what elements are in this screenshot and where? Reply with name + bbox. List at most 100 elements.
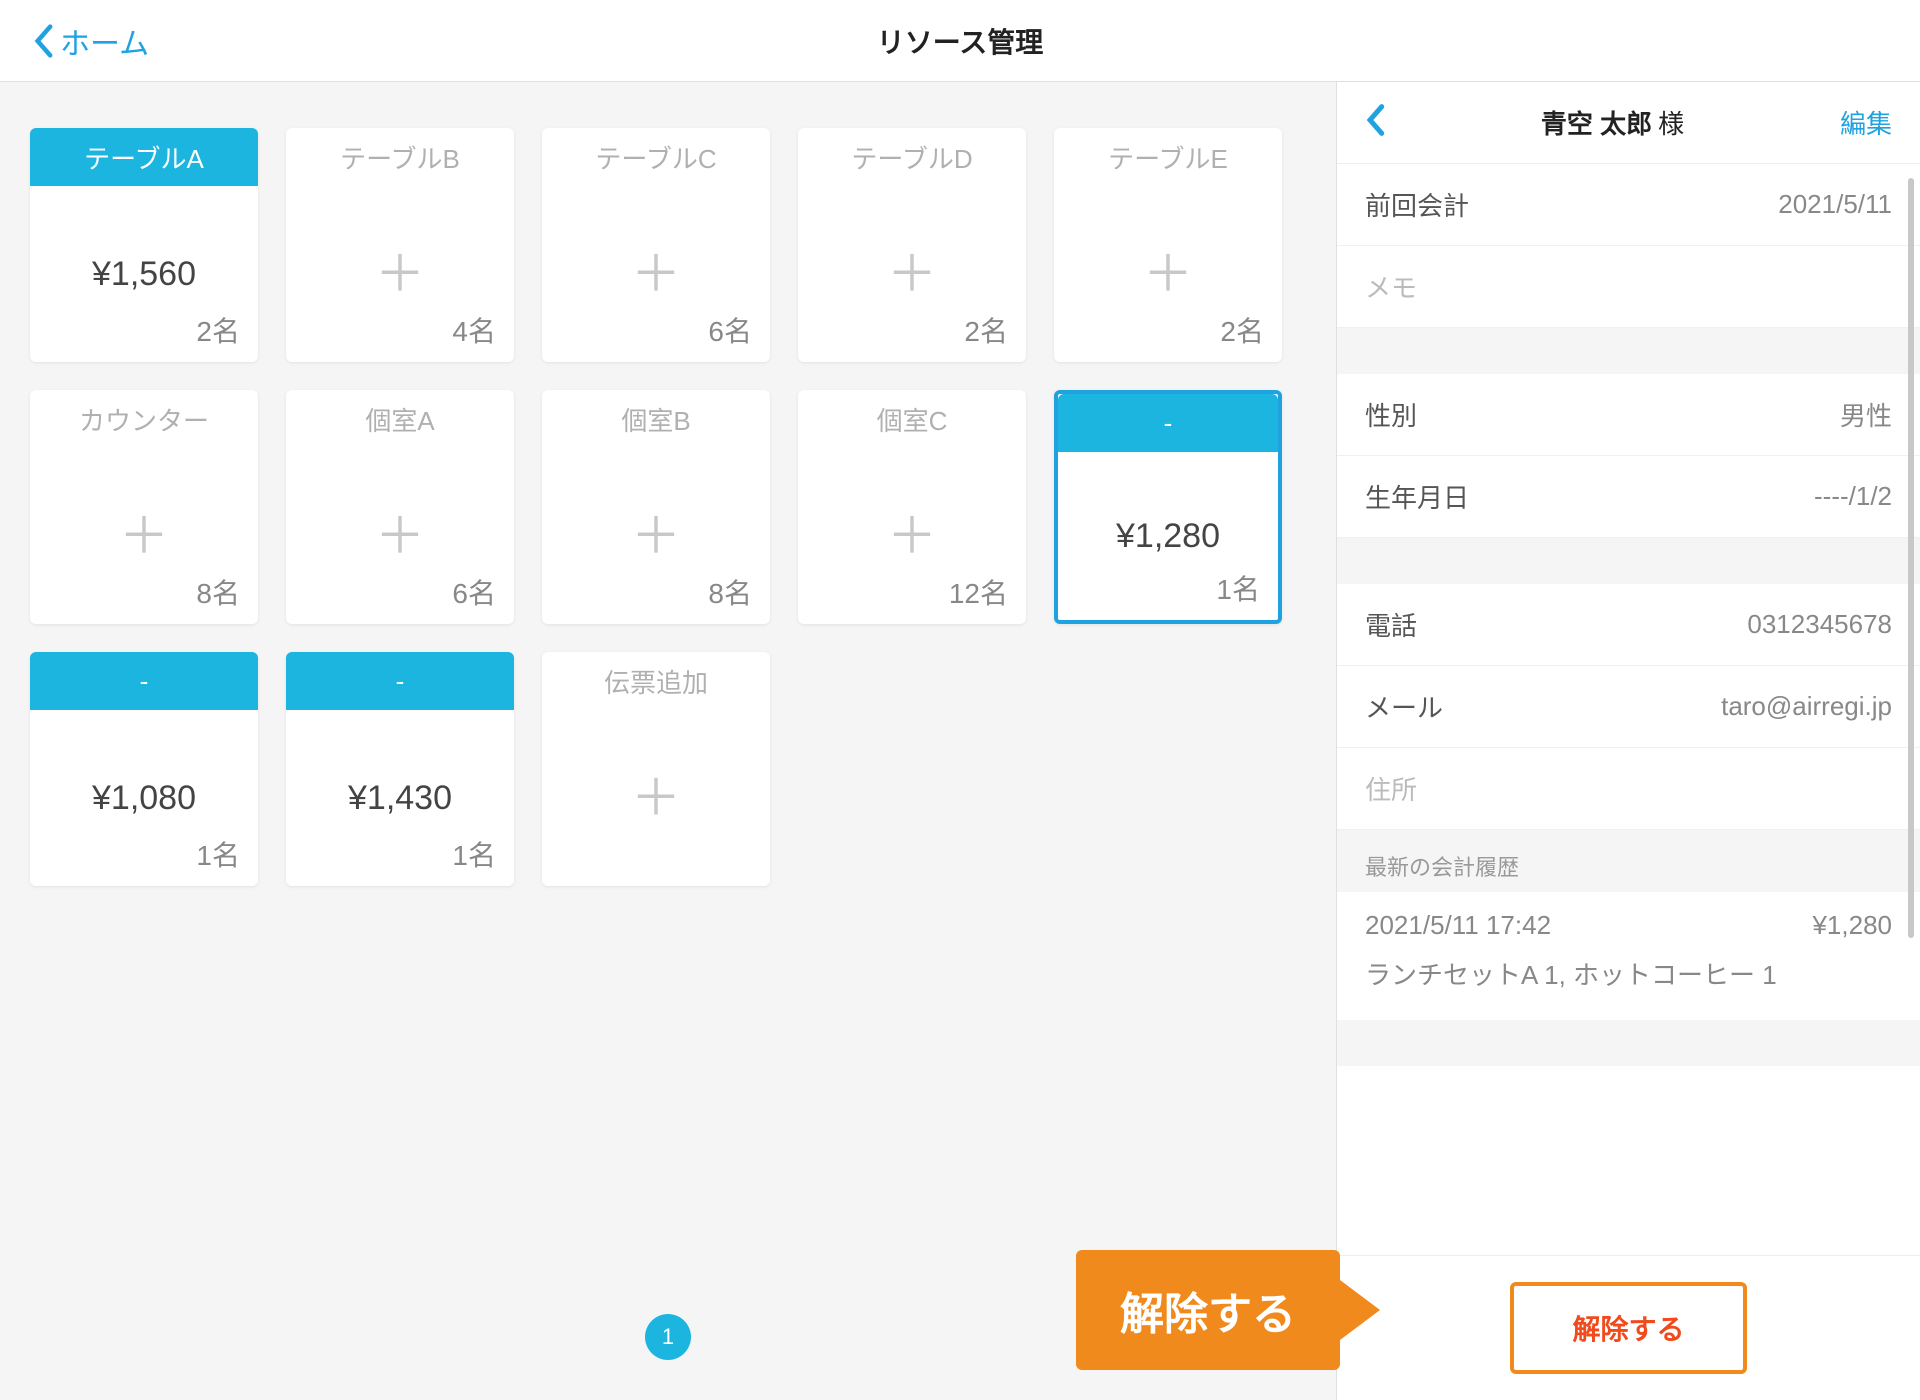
customer-name-text: 青空 太郎 xyxy=(1541,109,1652,139)
table-card-name: カウンター xyxy=(30,390,258,448)
customer-panel: 青空 太郎様 編集 前回会計 2021/5/11 メモ 性別 男性 生年月日 -… xyxy=(1336,82,1920,1400)
table-card[interactable]: カウンター ＋ 8名 xyxy=(30,390,258,624)
table-capacity: 1名 xyxy=(452,834,496,874)
table-card[interactable]: 個室A ＋ 6名 xyxy=(286,390,514,624)
table-card-name: 個室C xyxy=(798,390,1026,448)
panel-footer: 解除する xyxy=(1337,1255,1920,1400)
table-capacity: 2名 xyxy=(196,310,240,350)
table-capacity: 8名 xyxy=(708,572,752,612)
table-card[interactable]: テーブルC ＋ 6名 xyxy=(542,128,770,362)
customer-name: 青空 太郎様 xyxy=(1541,104,1684,141)
table-capacity: 12名 xyxy=(949,572,1008,612)
table-card-body: ＋ 6名 xyxy=(542,186,770,362)
table-card-body: ¥1,280 1名 xyxy=(1058,452,1278,620)
add-slip-card[interactable]: 伝票追加＋ xyxy=(542,652,770,886)
table-price: ¥1,280 xyxy=(1116,517,1220,556)
table-card[interactable]: -¥1,4301名 xyxy=(286,652,514,886)
page-indicator[interactable]: 1 xyxy=(645,1314,691,1360)
table-card[interactable]: - ¥1,280 1名 xyxy=(1054,390,1282,624)
back-button[interactable]: ホーム xyxy=(0,19,149,63)
plus-icon: ＋ xyxy=(375,511,425,561)
table-card-name: テーブルA xyxy=(30,128,258,186)
row-dob[interactable]: 生年月日 ----/1/2 xyxy=(1337,456,1920,538)
table-capacity: 6名 xyxy=(452,572,496,612)
callout-arrow-icon xyxy=(1340,1280,1380,1340)
table-card-body: ＋2名 xyxy=(1054,186,1282,362)
table-card-name: - xyxy=(1058,394,1278,452)
table-card[interactable]: 個室C ＋ 12名 xyxy=(798,390,1026,624)
table-card-body: ＋ 8名 xyxy=(30,448,258,624)
customer-suffix: 様 xyxy=(1658,109,1684,139)
table-card-body: ＋ 2名 xyxy=(798,186,1026,362)
table-card-body: ＋ 4名 xyxy=(286,186,514,362)
table-card[interactable]: -¥1,0801名 xyxy=(30,652,258,886)
edit-button[interactable]: 編集 xyxy=(1840,104,1892,141)
row-mail[interactable]: メール taro@airregi.jp xyxy=(1337,666,1920,748)
chevron-left-icon xyxy=(32,23,54,59)
table-card-body: ¥1,5602名 xyxy=(30,186,258,362)
table-card-name: - xyxy=(286,652,514,710)
dob-label: 生年月日 xyxy=(1365,478,1469,515)
table-capacity: 1名 xyxy=(1216,568,1260,608)
mail-value: taro@airregi.jp xyxy=(1721,691,1892,722)
row-address[interactable]: 住所 xyxy=(1337,748,1920,830)
table-capacity: 2名 xyxy=(964,310,1008,350)
table-price: ¥1,430 xyxy=(348,779,452,818)
history-items: ランチセットA 1, ホットコーヒー 1 xyxy=(1365,955,1892,992)
dob-value: ----/1/2 xyxy=(1814,481,1892,512)
table-card-body: ＋ 12名 xyxy=(798,448,1026,624)
back-label: ホーム xyxy=(60,19,149,63)
table-card[interactable]: テーブルE＋2名 xyxy=(1054,128,1282,362)
table-capacity: 6名 xyxy=(708,310,752,350)
history-time: 2021/5/11 17:42 xyxy=(1365,910,1551,941)
callout-text: 解除する xyxy=(1120,1278,1296,1342)
callout-annotation: 解除する xyxy=(1076,1250,1380,1370)
plus-icon: ＋ xyxy=(119,511,169,561)
top-nav: ホーム リソース管理 xyxy=(0,0,1920,82)
last-account-value: 2021/5/11 xyxy=(1778,189,1892,220)
table-card[interactable]: 個室B ＋ 8名 xyxy=(542,390,770,624)
table-card-name: テーブルC xyxy=(542,128,770,186)
add-slip-body: ＋ xyxy=(542,710,770,886)
history-section-title: 最新の会計履歴 xyxy=(1337,830,1920,892)
last-account-label: 前回会計 xyxy=(1365,186,1469,223)
row-memo[interactable]: メモ xyxy=(1337,246,1920,328)
table-grid-area: テーブルA¥1,5602名テーブルB＋4名テーブルC＋6名テーブルD＋2名テーブ… xyxy=(0,82,1336,1400)
table-capacity: 4名 xyxy=(452,310,496,350)
address-label: 住所 xyxy=(1365,770,1417,807)
plus-icon: ＋ xyxy=(631,249,681,299)
table-card[interactable]: テーブルA¥1,5602名 xyxy=(30,128,258,362)
table-price: ¥1,560 xyxy=(92,255,196,294)
table-card-name: テーブルE xyxy=(1054,128,1282,186)
release-button[interactable]: 解除する xyxy=(1510,1282,1746,1374)
page-title: リソース管理 xyxy=(877,21,1044,61)
chevron-left-icon xyxy=(1365,103,1385,137)
row-gender[interactable]: 性別 男性 xyxy=(1337,374,1920,456)
table-card-body: ¥1,0801名 xyxy=(30,710,258,886)
table-card-name: 個室A xyxy=(286,390,514,448)
plus-icon: ＋ xyxy=(375,249,425,299)
panel-back-button[interactable] xyxy=(1365,103,1385,142)
table-card-name: - xyxy=(30,652,258,710)
table-card-body: ¥1,4301名 xyxy=(286,710,514,886)
plus-icon: ＋ xyxy=(887,511,937,561)
row-last-account[interactable]: 前回会計 2021/5/11 xyxy=(1337,164,1920,246)
scrollbar[interactable] xyxy=(1908,178,1914,938)
customer-detail-list: 前回会計 2021/5/11 メモ 性別 男性 生年月日 ----/1/2 電話… xyxy=(1337,164,1920,1255)
table-capacity: 8名 xyxy=(196,572,240,612)
plus-icon: ＋ xyxy=(887,249,937,299)
table-capacity: 2名 xyxy=(1220,310,1264,350)
phone-value: 0312345678 xyxy=(1747,609,1892,640)
table-card-body: ＋ 8名 xyxy=(542,448,770,624)
table-card[interactable]: テーブルB＋4名 xyxy=(286,128,514,362)
table-card-name: 個室B xyxy=(542,390,770,448)
add-slip-label: 伝票追加 xyxy=(542,652,770,710)
row-phone[interactable]: 電話 0312345678 xyxy=(1337,584,1920,666)
plus-icon: ＋ xyxy=(631,511,681,561)
table-card[interactable]: テーブルD＋2名 xyxy=(798,128,1026,362)
panel-header: 青空 太郎様 編集 xyxy=(1337,82,1920,164)
history-entry[interactable]: 2021/5/11 17:42 ¥1,280 ランチセットA 1, ホットコーヒ… xyxy=(1337,892,1920,1020)
table-price: ¥1,080 xyxy=(92,779,196,818)
table-capacity: 1名 xyxy=(196,834,240,874)
memo-label: メモ xyxy=(1365,268,1417,305)
